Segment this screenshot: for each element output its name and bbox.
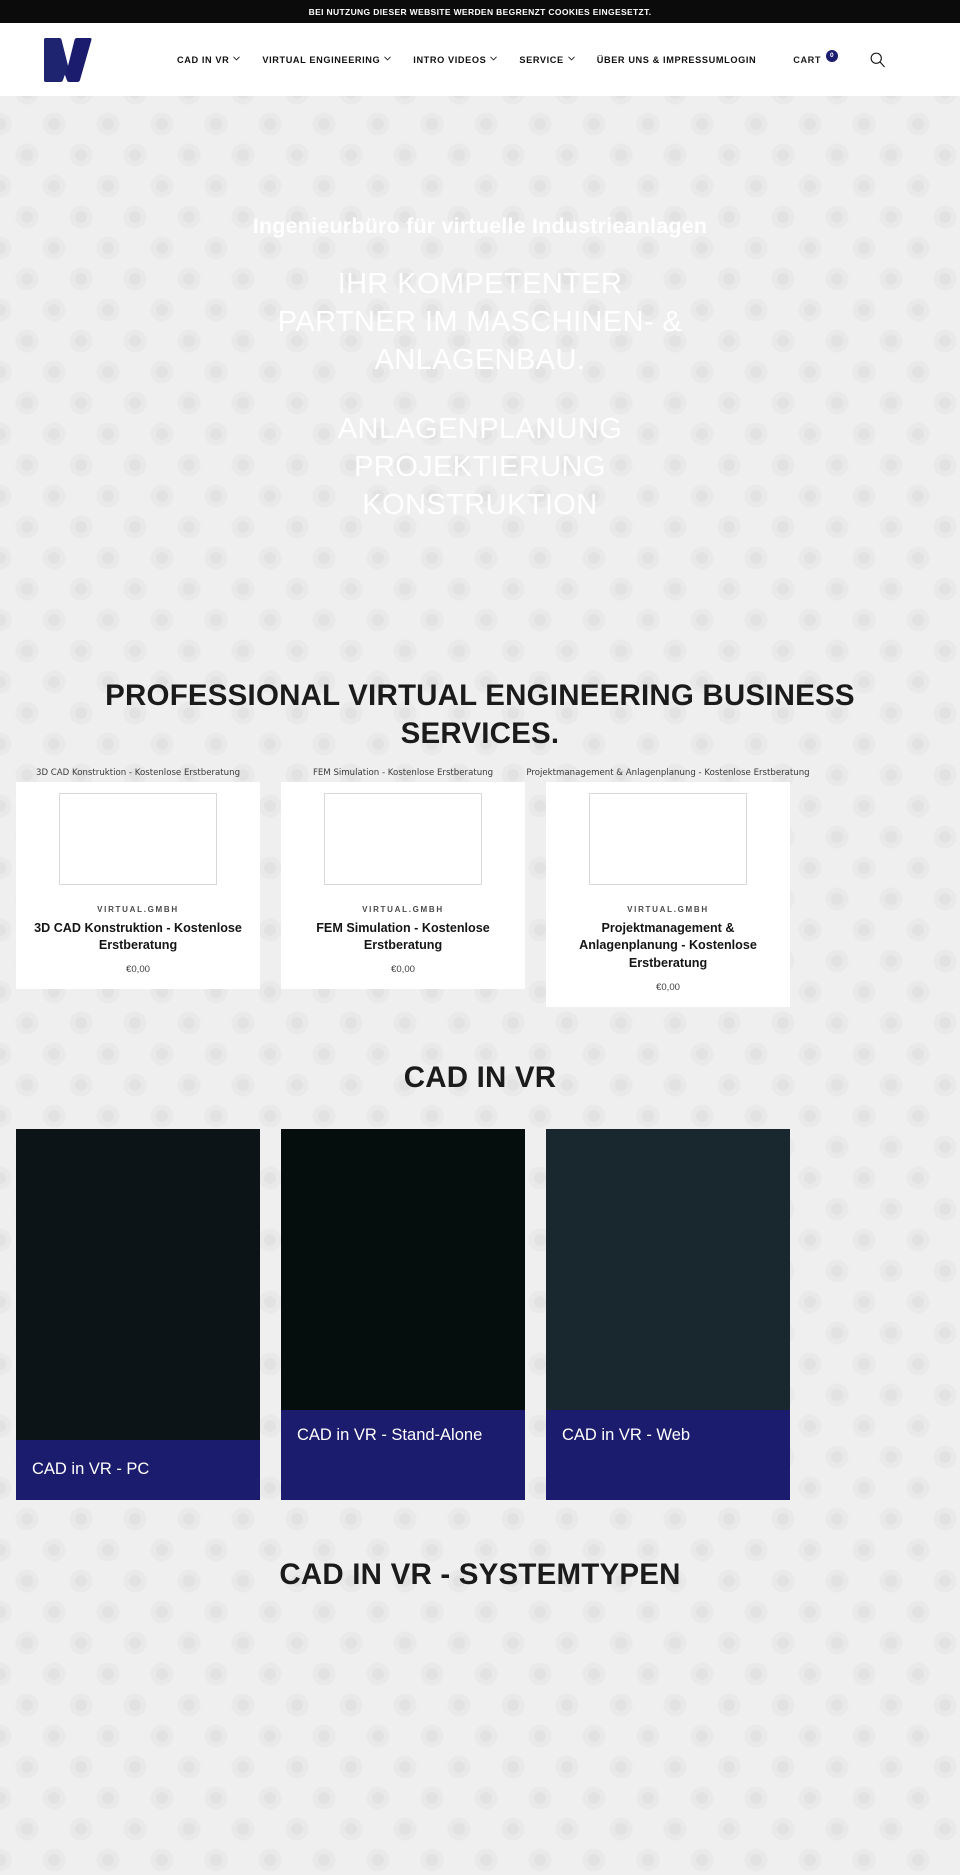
product-image-wrapper: 3D CAD Konstruktion - Kostenlose Erstber… (16, 768, 260, 892)
nav-item-ueber-uns-impressum[interactable]: ÜBER UNS & IMPRESSUM (586, 55, 724, 65)
product-card[interactable]: FEM Simulation - Kostenlose Erstberatung… (281, 768, 525, 990)
cad-in-vr-section: CAD IN VR CAD in VR - PC CAD in VR - Sta… (0, 1007, 960, 1500)
nav-item-cad-in-vr[interactable]: CAD IN VR (166, 55, 251, 65)
product-vendor: VIRTUAL.GMBH (627, 904, 709, 914)
hero-subtitle-line: KONSTRUKTION (362, 489, 598, 522)
product-title: 3D CAD Konstruktion - Kostenlose Erstber… (34, 920, 242, 953)
site-logo[interactable] (42, 36, 94, 84)
product-image-alt-text: 3D CAD Konstruktion - Kostenlose Erstber… (35, 767, 241, 778)
chevron-down-icon (568, 55, 575, 62)
nav-label: ÜBER UNS & IMPRESSUM (596, 54, 725, 65)
hero-title-line: IHR KOMPETENTER (337, 267, 623, 300)
nav-item-intro-videos[interactable]: INTRO VIDEOS (402, 55, 508, 65)
chevron-down-icon (490, 55, 498, 62)
product-card[interactable]: 3D CAD Konstruktion - Kostenlose Erstber… (16, 768, 260, 990)
card-label: CAD in VR - Stand-Alone (281, 1409, 525, 1500)
nav-label: LOGIN (724, 54, 757, 65)
nav-label: SERVICE (519, 54, 564, 65)
cad-in-vr-heading: CAD IN VR (403, 1061, 557, 1095)
product-vendor: VIRTUAL.GMBH (362, 904, 444, 914)
services-section: PROFESSIONAL VIRTUAL ENGINEERING BUSINES… (0, 641, 960, 1008)
hero-subtitle-line: ANLAGENPLANUNG (337, 412, 623, 445)
nav-item-service[interactable]: SERVICE (508, 55, 585, 65)
hero-eyebrow: Ingenieurbüro für virtuelle Industrieanl… (252, 214, 708, 238)
hero-spacer (0, 380, 960, 410)
card-image (281, 1128, 525, 1410)
nav-label: VIRTUAL ENGINEERING (262, 54, 381, 65)
hero-title-line: PARTNER IM MASCHINEN- & (277, 306, 683, 339)
cart-label: CART (793, 54, 822, 65)
systemtypen-heading: CAD IN VR - SYSTEMTYPEN (279, 1557, 681, 1591)
card-image (16, 1128, 260, 1440)
services-heading: PROFESSIONAL VIRTUAL ENGINEERING BUSINES… (105, 679, 855, 750)
product-image-wrapper: Projektmanagement & Anlagenplanung - Kos… (526, 768, 810, 892)
broken-image-placeholder-icon (589, 792, 747, 885)
nav-label: CAD IN VR (177, 54, 230, 65)
product-title: Projektmanagement & Anlagenplanung - Kos… (579, 920, 757, 971)
card-image (546, 1128, 790, 1410)
nav-item-virtual-engineering[interactable]: VIRTUAL ENGINEERING (251, 55, 402, 65)
hero-title: IHR KOMPETENTER PARTNER IM MASCHINEN- & … (0, 265, 960, 525)
product-image-alt-text: Projektmanagement & Anlagenplanung - Kos… (526, 767, 810, 778)
cad-in-vr-card-web[interactable]: CAD in VR - Web (546, 1128, 790, 1500)
product-price: €0,00 (390, 964, 415, 976)
product-vendor: VIRTUAL.GMBH (97, 904, 179, 914)
logo-icon (44, 37, 92, 82)
nav-label: INTRO VIDEOS (413, 54, 487, 65)
chevron-down-icon (233, 55, 241, 62)
nav-item-login[interactable]: LOGIN (724, 55, 767, 65)
product-price: €0,00 (655, 982, 680, 994)
cookie-notice-bar: BEI NUTZUNG DIESER WEBSITE WERDEN BEGREN… (0, 0, 960, 23)
hero-section: Ingenieurbüro für virtuelle Industrieanl… (0, 96, 960, 641)
product-image-wrapper: FEM Simulation - Kostenlose Erstberatung (281, 768, 525, 892)
cart-button[interactable]: CART 0 (767, 49, 851, 66)
cad-in-vr-card-stand-alone[interactable]: CAD in VR - Stand-Alone (281, 1128, 525, 1500)
product-price: €0,00 (125, 964, 150, 976)
card-label: CAD in VR - Web (546, 1409, 790, 1500)
search-button[interactable] (867, 50, 887, 70)
hero-title-line: ANLAGENBAU. (374, 344, 586, 377)
systemtypen-section: CAD IN VR - SYSTEMTYPEN (0, 1500, 960, 1634)
site-header: CAD IN VR VIRTUAL ENGINEERING INTRO VIDE… (0, 23, 960, 96)
search-icon (870, 52, 885, 68)
hero-subtitle-line: PROJEKTIERUNG (354, 450, 606, 483)
main-navigation: CAD IN VR VIRTUAL ENGINEERING INTRO VIDE… (166, 49, 887, 70)
cart-count-badge: 0 (826, 49, 839, 62)
cad-in-vr-card-list: CAD in VR - PC CAD in VR - Stand-Alone C… (0, 1097, 960, 1500)
product-card[interactable]: Projektmanagement & Anlagenplanung - Kos… (526, 768, 810, 1008)
cad-in-vr-card-pc[interactable]: CAD in VR - PC (16, 1128, 260, 1500)
broken-image-placeholder-icon (59, 792, 217, 885)
broken-image-placeholder-icon (324, 792, 482, 885)
cookie-notice-text: BEI NUTZUNG DIESER WEBSITE WERDEN BEGREN… (308, 6, 652, 17)
product-card-list: 3D CAD Konstruktion - Kostenlose Erstber… (0, 753, 960, 1008)
card-label: CAD in VR - PC (16, 1439, 260, 1500)
chevron-down-icon (384, 55, 392, 62)
product-image-alt-text: FEM Simulation - Kostenlose Erstberatung (312, 767, 494, 778)
product-title: FEM Simulation - Kostenlose Erstberatung (316, 920, 490, 953)
